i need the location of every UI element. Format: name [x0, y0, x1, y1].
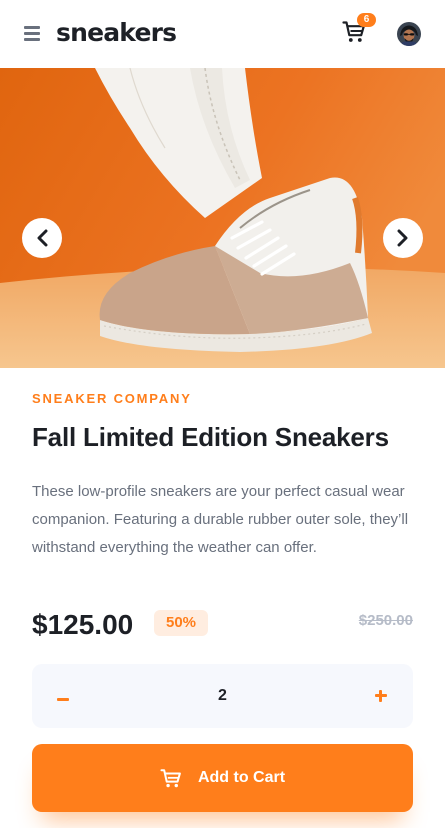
original-price: $250.00 [358, 612, 413, 629]
add-to-cart-label: Add to Cart [197, 769, 286, 786]
top-navbar: sneakers 6 [0, 0, 445, 68]
quantity-value: 2 [218, 687, 227, 704]
previous-image-button[interactable] [22, 218, 62, 258]
plus-icon[interactable] [371, 686, 391, 706]
logo[interactable]: sneakers [56, 16, 177, 50]
quantity-stepper: 2 [32, 664, 413, 728]
company-name: SNEAKER COMPANY [32, 391, 192, 406]
minus-icon[interactable] [54, 686, 74, 706]
discount-badge: 50% [154, 610, 208, 636]
user-avatar[interactable] [397, 22, 421, 46]
product-image-carousel [0, 68, 445, 368]
chevron-right-icon [397, 229, 408, 247]
cart-count-badge: 6 [357, 13, 376, 27]
add-to-cart-button[interactable]: Add to Cart [32, 744, 413, 812]
product-description: These low-profile sneakers are your perf… [32, 483, 409, 556]
current-price: $125.00 [32, 609, 134, 640]
chevron-left-icon [37, 229, 48, 247]
hamburger-menu-icon[interactable] [24, 26, 40, 41]
next-image-button[interactable] [383, 218, 423, 258]
cart-icon [160, 769, 181, 788]
product-image [0, 68, 445, 368]
product-title: Fall Limited Edition Sneakers [32, 422, 389, 452]
